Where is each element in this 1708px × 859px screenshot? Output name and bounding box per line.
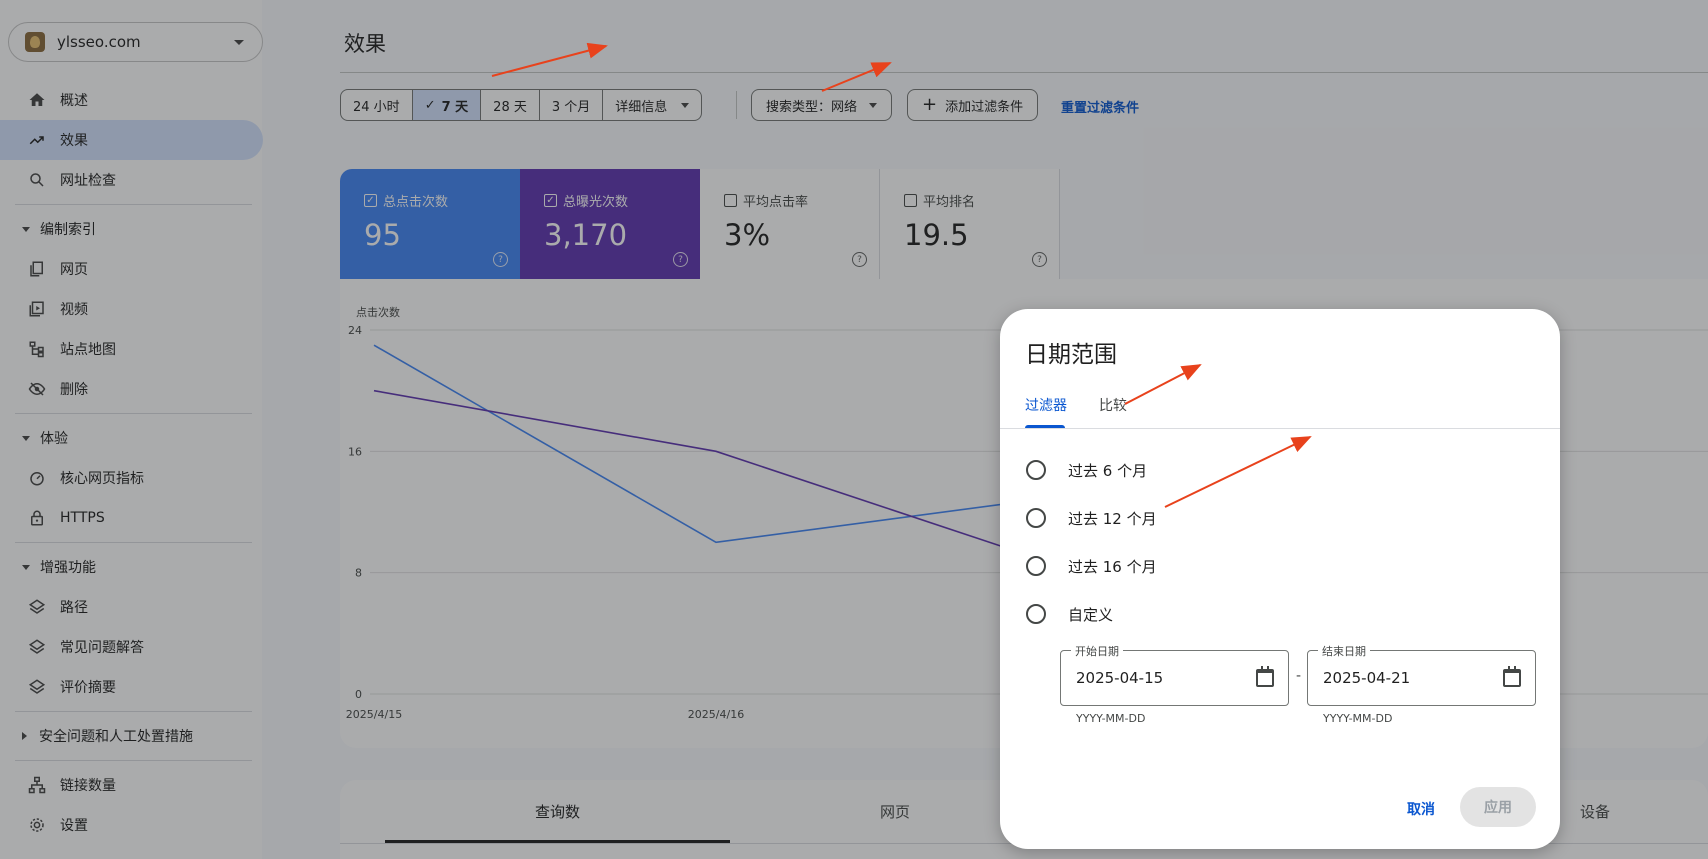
annotation-arrow [491, 42, 608, 77]
annotation-arrows [491, 42, 1312, 508]
annotation-arrow [1124, 364, 1202, 405]
annotation-arrow [1164, 436, 1312, 508]
annotation-arrow [821, 62, 892, 92]
